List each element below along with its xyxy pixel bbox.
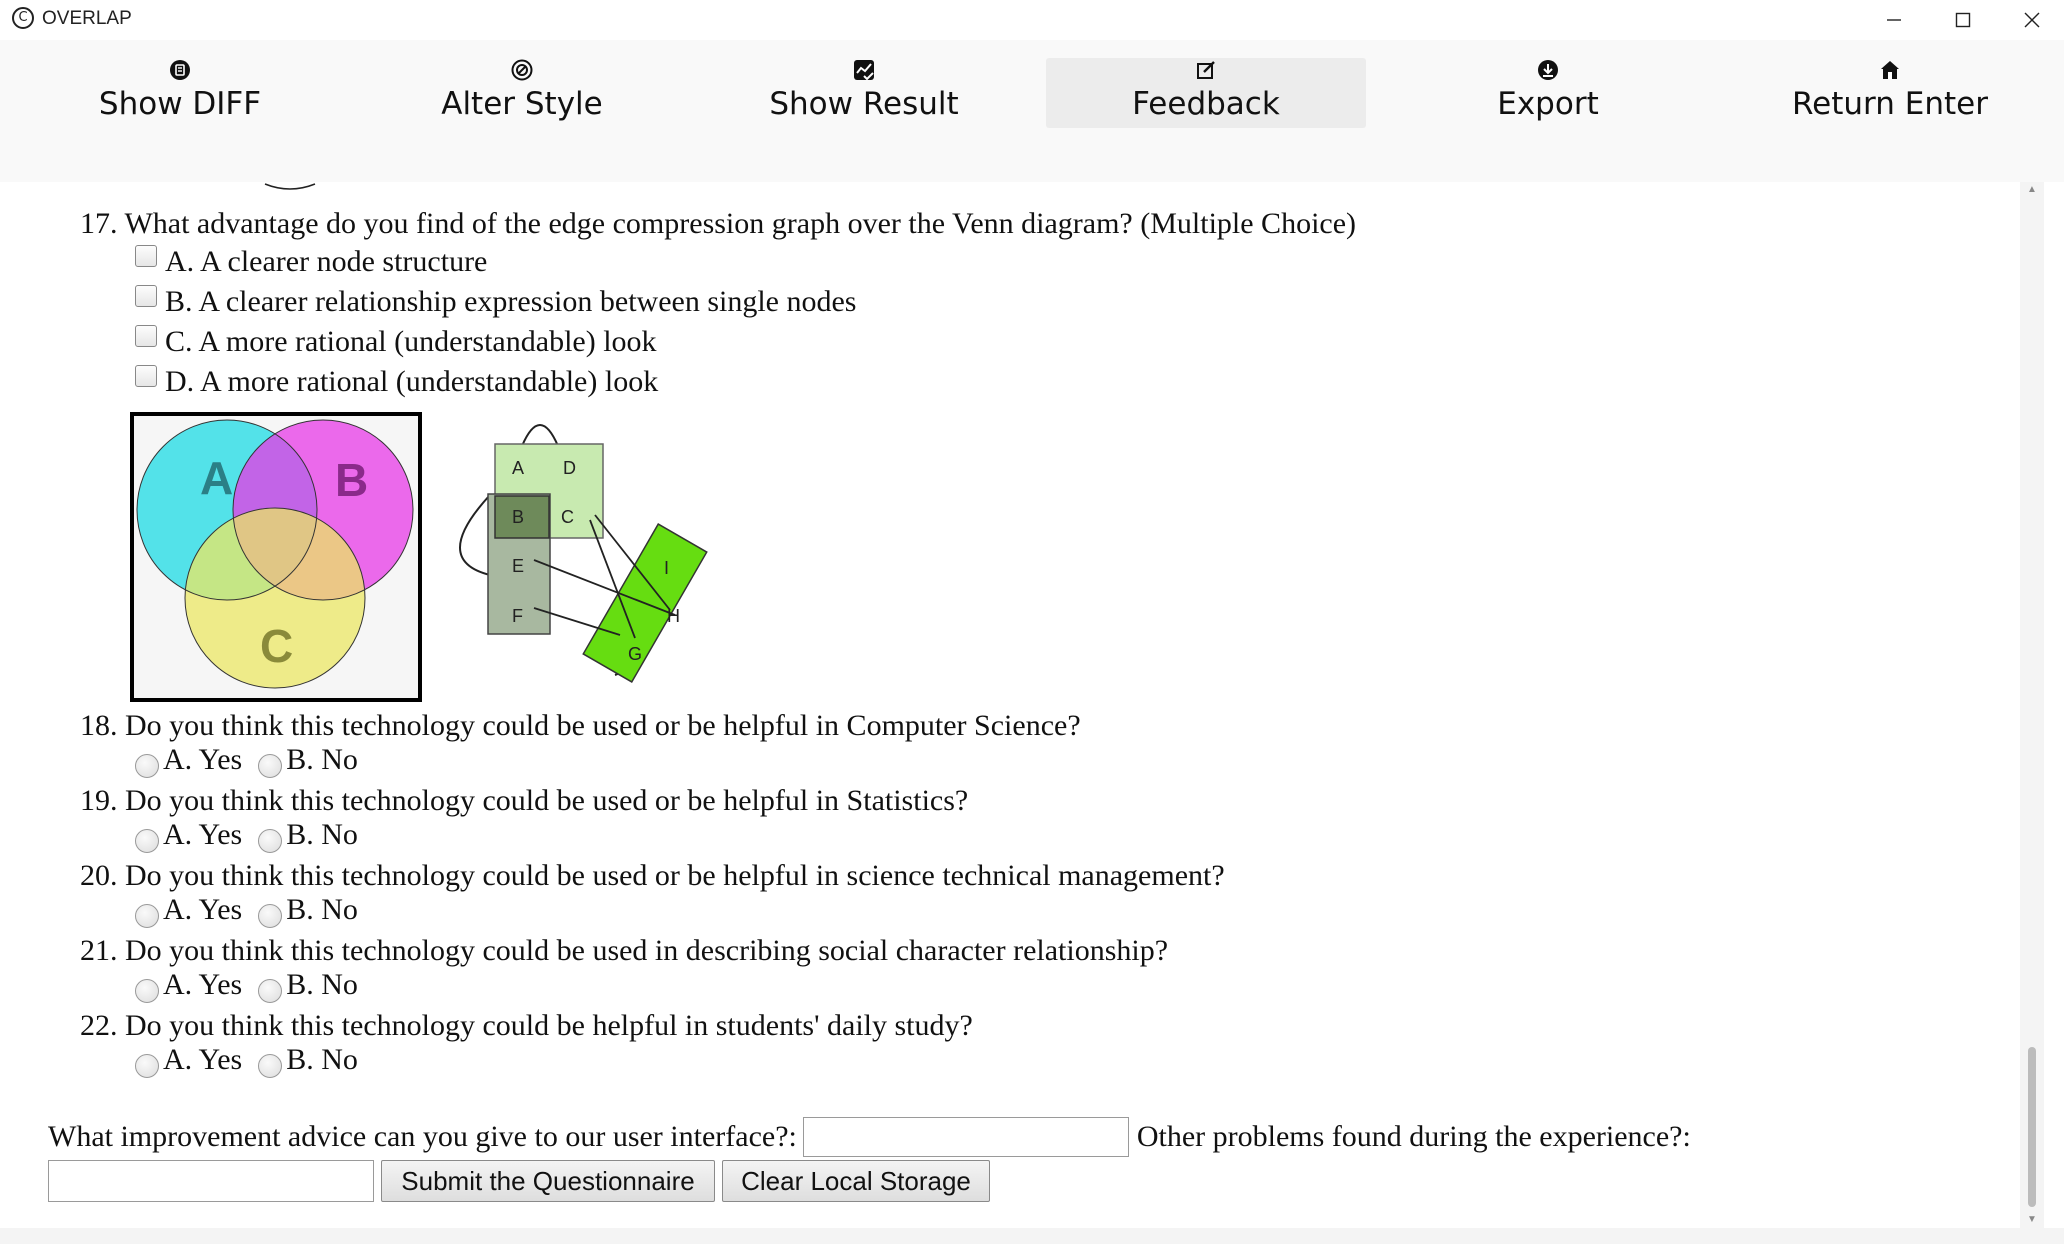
option-label: C. A more rational (understandable) look [165,325,657,358]
question-22: 22. Do you think this technology could b… [80,1009,973,1042]
no-label: B. No [286,818,358,851]
scroll-down-icon[interactable]: ▼ [2026,1214,2038,1226]
minimize-button[interactable] [1864,0,1924,40]
q17-option-c[interactable]: C. A more rational (understandable) look [135,325,657,359]
yes-label: A. Yes [163,818,243,851]
venn-label-a: A [200,452,233,504]
radio-yes[interactable] [135,754,159,778]
no-label: B. No [286,743,358,776]
main-toolbar: Show DIFF Alter Style Show Result Feedba… [0,40,2064,182]
venn-diagram: A B C [130,412,422,702]
download-icon [1538,60,1558,80]
q17-option-a[interactable]: A. A clearer node structure [135,245,487,279]
q19-options: A. Yes B. No [135,818,358,853]
graph-label-b: B [512,507,524,527]
option-label: A. A clearer node structure [165,245,488,278]
graph-label-a: A [512,458,524,478]
yes-label: A. Yes [163,893,243,926]
option-label: B. A clearer relationship expression bet… [165,285,857,318]
edge-compression-graph: A D B C E F I H G [459,424,708,683]
q20-options: A. Yes B. No [135,893,358,928]
show-diff-button[interactable]: Show DIFF [20,58,340,128]
app-logo-icon: C [12,7,34,29]
radio-no[interactable] [258,904,283,928]
result-icon [854,60,874,81]
scroll-up-icon[interactable]: ▲ [2026,184,2038,196]
checkbox[interactable] [135,325,157,347]
previous-figure-fragment [264,183,316,190]
export-button[interactable]: Export [1388,58,1708,128]
close-icon [2024,12,2040,28]
show-result-label: Show Result [769,86,959,122]
q17-option-d[interactable]: D. A more rational (understandable) look [135,365,658,399]
feedback-button[interactable]: Feedback [1046,58,1366,128]
title-bar: C OVERLAP [0,0,2064,40]
style-icon [511,59,533,81]
question-19: 19. Do you think this technology could b… [80,784,969,817]
graph-label-e: E [512,556,524,576]
radio-no[interactable] [258,829,283,853]
questionnaire-content[interactable]: 17. What advantage do you find of the ed… [30,182,2020,1228]
no-label: B. No [286,1043,358,1076]
graph-label-h: H [667,606,680,626]
question-18: 18. Do you think this technology could b… [80,709,1081,742]
q18-options: A. Yes B. No [135,743,358,778]
radio-no[interactable] [258,979,283,1003]
venn-label-b: B [335,454,368,506]
question-17: 17. What advantage do you find of the ed… [80,207,1357,240]
return-enter-label: Return Enter [1792,86,1988,122]
ui-advice-input[interactable] [802,1117,1129,1157]
ui-advice-label: What improvement advice can you give to … [48,1120,797,1153]
export-label: Export [1497,86,1599,122]
maximize-icon [1955,12,1971,28]
alter-style-label: Alter Style [441,86,603,122]
other-problems-input[interactable] [48,1160,374,1202]
checkbox[interactable] [135,365,157,387]
feedback-row: What improvement advice can you give to … [48,1117,1691,1157]
show-diff-label: Show DIFF [98,86,262,122]
graph-label-c: C [561,507,574,527]
venn-label-c: C [260,620,293,672]
scroll-thumb[interactable] [2028,1047,2036,1207]
q17-option-b[interactable]: B. A clearer relationship expression bet… [135,285,856,319]
checkbox[interactable] [135,285,157,307]
graph-label-g: G [628,644,642,664]
radio-yes[interactable] [135,904,159,928]
q21-options: A. Yes B. No [135,968,358,1003]
question-21: 21. Do you think this technology could b… [80,934,1169,967]
window-bottom-edge [0,1228,2064,1244]
clear-local-storage-button[interactable]: Clear Local Storage [722,1160,990,1202]
checkbox[interactable] [135,245,157,267]
radio-no[interactable] [258,1054,283,1078]
feedback-label: Feedback [1132,86,1280,122]
yes-label: A. Yes [163,1043,243,1076]
option-label: D. A more rational (understandable) look [165,365,659,398]
radio-yes[interactable] [135,979,159,1003]
window-title: OVERLAP [42,8,132,29]
return-enter-button[interactable]: Return Enter [1730,58,2050,128]
q22-options: A. Yes B. No [135,1043,358,1078]
radio-yes[interactable] [135,1054,159,1078]
alter-style-button[interactable]: Alter Style [362,58,682,128]
home-icon [1881,61,1899,79]
graph-label-i: I [664,558,669,578]
close-button[interactable] [2002,0,2062,40]
vertical-scrollbar[interactable]: ▲ ▼ [2020,182,2044,1228]
diff-icon [170,60,190,80]
no-label: B. No [286,968,358,1001]
minimize-icon [1887,19,1901,21]
question-20: 20. Do you think this technology could b… [80,859,1225,892]
submit-questionnaire-button[interactable]: Submit the Questionnaire [381,1160,715,1202]
graph-label-d: D [563,458,576,478]
edit-icon [1197,61,1215,79]
yes-label: A. Yes [163,968,243,1001]
other-problems-label: Other problems found during the experien… [1136,1120,1691,1153]
graph-label-f: F [512,606,523,626]
no-label: B. No [286,893,358,926]
yes-label: A. Yes [163,743,243,776]
radio-no[interactable] [258,754,283,778]
show-result-button[interactable]: Show Result [704,58,1024,128]
radio-yes[interactable] [135,829,159,853]
maximize-button[interactable] [1933,0,1993,40]
